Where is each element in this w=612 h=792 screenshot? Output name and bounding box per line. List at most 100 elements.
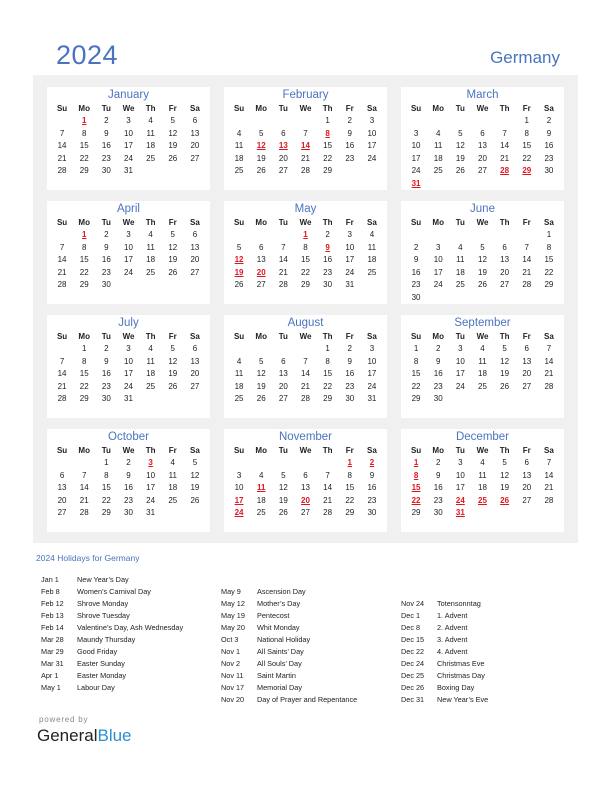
day: 28 bbox=[301, 166, 310, 175]
day: 15 bbox=[301, 255, 310, 264]
day: 31 bbox=[124, 166, 133, 175]
holiday-row: Nov 17 Memorial Day bbox=[221, 682, 357, 694]
weekday-header: Sa bbox=[367, 104, 377, 113]
empty-cell bbox=[228, 457, 250, 470]
holiday-date: Dec 1 bbox=[401, 611, 421, 620]
day: 14 bbox=[57, 369, 67, 378]
day: 19 bbox=[256, 381, 266, 391]
weekday-header: Sa bbox=[190, 446, 200, 455]
weekday-header: We bbox=[476, 446, 489, 455]
holiday-row: Nov 1 All Saints’ Day bbox=[221, 646, 357, 658]
day: 2 bbox=[104, 230, 109, 239]
holiday-day: 3 bbox=[148, 458, 153, 467]
day: 31 bbox=[367, 394, 377, 403]
weekday-header: Fr bbox=[168, 446, 177, 455]
holiday-name: Pentecost bbox=[257, 611, 290, 620]
weekday-header: Mo bbox=[78, 218, 90, 227]
holiday-row: Dec 25 Christmas Day bbox=[401, 670, 488, 682]
holiday-name: 1. Advent bbox=[437, 611, 468, 620]
empty-cell bbox=[272, 457, 294, 470]
day: 20 bbox=[190, 369, 200, 378]
day: 14 bbox=[544, 470, 554, 480]
holiday-day: 8 bbox=[413, 470, 419, 480]
empty-cell bbox=[250, 343, 272, 356]
day: 7 bbox=[303, 128, 308, 138]
day: 4 bbox=[435, 128, 441, 138]
holiday-date: Mar 28 bbox=[41, 635, 64, 644]
day: 13 bbox=[522, 356, 532, 366]
weekday-header: Th bbox=[322, 218, 333, 227]
day: 21 bbox=[278, 267, 288, 277]
month-name: April bbox=[116, 203, 140, 215]
day: 14 bbox=[79, 483, 89, 492]
day: 22 bbox=[544, 267, 554, 277]
day: 13 bbox=[522, 470, 532, 480]
weekday-header: Th bbox=[322, 446, 333, 455]
holiday-day: 9 bbox=[325, 242, 330, 252]
holiday-row: Feb 12 Shrove Monday bbox=[41, 598, 183, 610]
day: 9 bbox=[104, 356, 109, 366]
holiday-date: Dec 25 bbox=[401, 671, 425, 680]
weekday-header: Tu bbox=[278, 218, 288, 227]
day: 24 bbox=[146, 495, 156, 505]
weekday-header: Su bbox=[233, 104, 245, 113]
day: 26 bbox=[478, 280, 487, 289]
holidays-title: 2024 Holidays for Germany bbox=[36, 553, 140, 563]
day: 11 bbox=[367, 242, 377, 252]
holiday-date: Nov 17 bbox=[221, 683, 245, 692]
day: 3 bbox=[458, 344, 463, 353]
day: 28 bbox=[544, 495, 554, 505]
day: 17 bbox=[411, 153, 421, 163]
day: 3 bbox=[126, 116, 131, 125]
year-title: 2024 bbox=[56, 40, 119, 70]
day: 24 bbox=[433, 280, 443, 289]
holiday-day: 12 bbox=[234, 255, 244, 264]
generalblue-logo: GeneralBlue bbox=[37, 726, 132, 746]
weekday-header: We bbox=[122, 332, 135, 341]
day: 19 bbox=[190, 483, 200, 492]
day: 12 bbox=[168, 242, 178, 252]
day: 21 bbox=[79, 495, 89, 505]
day: 16 bbox=[411, 267, 421, 277]
day: 15 bbox=[101, 483, 111, 492]
holiday-day: 22 bbox=[411, 495, 421, 505]
day: 22 bbox=[301, 267, 310, 277]
month-name: November bbox=[278, 431, 333, 443]
day: 24 bbox=[367, 153, 377, 163]
day: 25 bbox=[433, 166, 443, 175]
day: 10 bbox=[146, 470, 156, 480]
day: 29 bbox=[411, 508, 421, 517]
holiday-day: 28 bbox=[500, 166, 510, 175]
day: 18 bbox=[367, 255, 377, 264]
day: 8 bbox=[325, 356, 330, 366]
day: 18 bbox=[478, 483, 487, 492]
day: 11 bbox=[146, 242, 155, 252]
month-march: March Su Mo Tu We Th Fr Sa 1 2 3 4 5 6 7 8 9 10 11 12 13 14 15… bbox=[401, 87, 564, 190]
holiday-row: Oct 3 National Holiday bbox=[221, 634, 357, 646]
day: 3 bbox=[126, 344, 131, 353]
day: 19 bbox=[278, 495, 288, 505]
weekday-header: Tu bbox=[278, 446, 288, 455]
day: 13 bbox=[500, 255, 510, 264]
holiday-name: Boxing Day bbox=[437, 683, 475, 692]
empty-cell bbox=[51, 343, 73, 356]
holiday-row: May 1 Labour Day bbox=[41, 682, 183, 694]
empty-cell bbox=[471, 229, 493, 242]
holiday-row: Dec 24 Christmas Eve bbox=[401, 658, 488, 670]
weekday-header: Th bbox=[499, 332, 510, 341]
holiday-name: Christmas Day bbox=[437, 671, 485, 680]
holiday-date: Dec 8 bbox=[401, 623, 421, 632]
day: 5 bbox=[258, 356, 264, 366]
day: 16 bbox=[124, 483, 133, 492]
holiday-row: Dec 26 Boxing Day bbox=[401, 682, 488, 694]
weekday-header: Sa bbox=[544, 446, 554, 455]
day: 25 bbox=[146, 153, 156, 163]
month-name: March bbox=[466, 89, 499, 101]
holiday-name: Women’s Carnival Day bbox=[77, 587, 151, 596]
empty-cell bbox=[73, 457, 95, 470]
holiday-date: May 9 bbox=[221, 587, 241, 596]
day: 19 bbox=[168, 369, 178, 378]
day: 4 bbox=[148, 116, 153, 125]
weekday-header: Tu bbox=[278, 332, 288, 341]
holiday-day: 1 bbox=[413, 458, 419, 467]
